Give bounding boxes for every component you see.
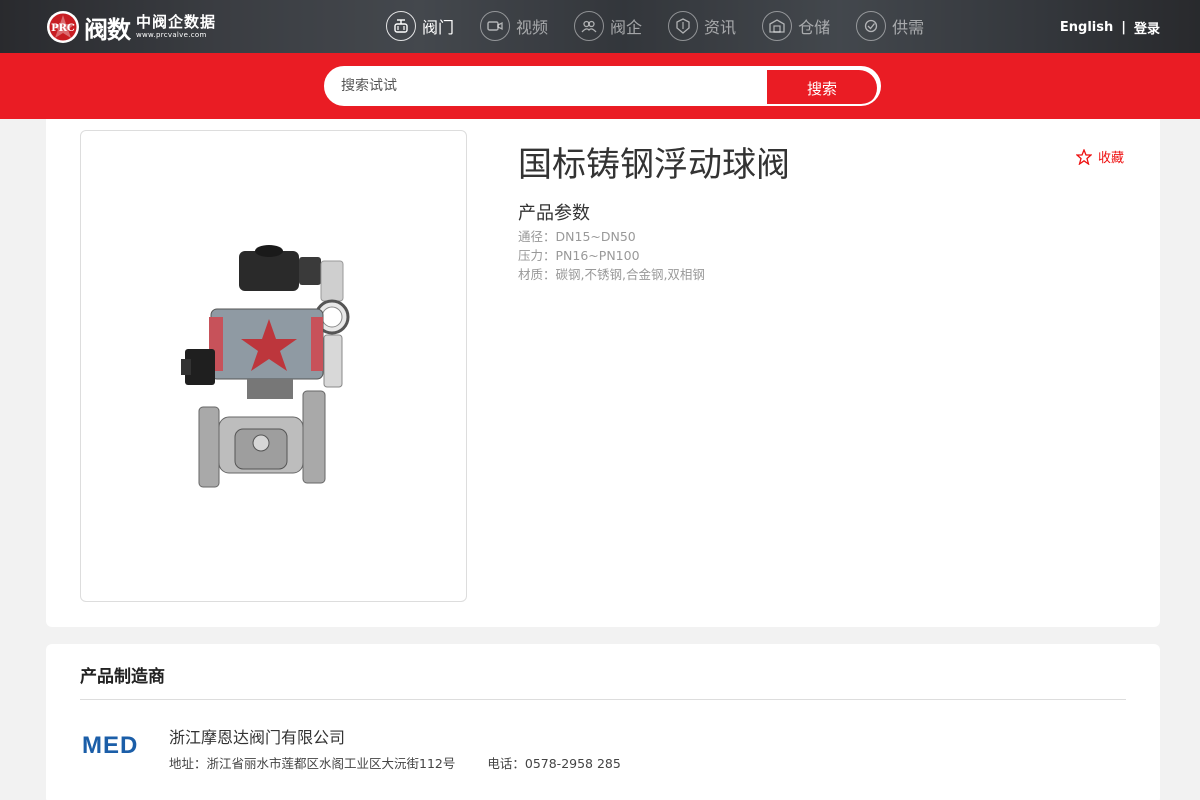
- divider: [80, 699, 1126, 700]
- news-icon: [668, 11, 699, 41]
- link-separator: |: [1121, 20, 1126, 35]
- param-row-size: 通径：DN15~DN50: [518, 227, 705, 246]
- nav-label: 供需: [892, 18, 925, 37]
- main-nav: 阀门 视频 阀企 资讯 仓储 供需: [386, 10, 950, 42]
- site-logo[interactable]: PRC 阀数 中阀企数据 www.prcvalve.com: [46, 9, 216, 45]
- param-row-pressure: 压力：PN16~PN100: [518, 246, 705, 265]
- warehouse-icon: [762, 11, 793, 41]
- nav-label: 仓储: [798, 18, 831, 37]
- nav-label: 资讯: [704, 18, 737, 37]
- company-icon: [574, 11, 605, 41]
- param-label: 压力：: [518, 248, 556, 263]
- product-image-frame[interactable]: [80, 130, 467, 602]
- star-icon: [1075, 148, 1092, 165]
- product-title: 国标铸钢浮动球阀: [518, 145, 790, 185]
- params-list: 通径：DN15~DN50 压力：PN16~PN100 材质：碳钢,不锈钢,合金钢…: [518, 227, 705, 284]
- logo-sub-cn: 中阀企数据: [136, 13, 217, 31]
- search-input[interactable]: [326, 68, 767, 104]
- logo-subtext: 中阀企数据 www.prcvalve.com: [136, 15, 216, 39]
- search-box: 搜索: [324, 66, 881, 106]
- product-image: [181, 245, 350, 488]
- manufacturer-phone: 电话：0578-2958 285: [487, 756, 621, 771]
- prc-emblem-icon: PRC: [47, 11, 79, 43]
- nav-label: 阀门: [422, 18, 455, 37]
- manufacturer-info: 地址：浙江省丽水市莲都区水阁工业区大沅街112号 电话：0578-2958 28…: [169, 753, 621, 772]
- svg-text:PRC: PRC: [51, 23, 75, 34]
- login-link[interactable]: 登录: [1134, 18, 1160, 37]
- top-navigation-bar: PRC 阀数 中阀企数据 www.prcvalve.com 阀门 视频 阀企 资…: [0, 0, 1200, 53]
- param-value: DN15~DN50: [555, 229, 636, 244]
- manufacturer-logo[interactable]: MED: [82, 732, 138, 760]
- manufacturer-name[interactable]: 浙江摩恩达阀门有限公司: [169, 724, 345, 748]
- manufacturer-heading: 产品制造商: [80, 667, 165, 687]
- product-card: 国标铸钢浮动球阀 收藏 产品参数 通径：DN15~DN50 压力：PN16~PN…: [46, 119, 1160, 627]
- param-row-material: 材质：碳钢,不锈钢,合金钢,双相钢: [518, 265, 705, 284]
- nav-item-company[interactable]: 阀企: [574, 10, 642, 42]
- param-label: 材质：: [518, 267, 556, 282]
- param-value: 碳钢,不锈钢,合金钢,双相钢: [555, 267, 705, 282]
- logo-sub-url: www.prcvalve.com: [136, 31, 207, 39]
- nav-item-warehouse[interactable]: 仓储: [762, 10, 830, 42]
- nav-item-valve[interactable]: 阀门: [386, 10, 454, 42]
- english-link[interactable]: English: [1060, 20, 1113, 35]
- nav-item-supply-demand[interactable]: 供需: [856, 10, 924, 42]
- nav-item-video[interactable]: 视频: [480, 10, 548, 42]
- favorite-button[interactable]: 收藏: [1075, 147, 1124, 166]
- video-icon: [480, 11, 511, 41]
- supply-demand-icon: [856, 11, 887, 41]
- search-band: 搜索: [0, 53, 1200, 119]
- param-label: 通径：: [518, 229, 556, 244]
- manufacturer-card: 产品制造商 MED 浙江摩恩达阀门有限公司 地址：浙江省丽水市莲都区水阁工业区大…: [46, 644, 1160, 800]
- nav-item-news[interactable]: 资讯: [668, 10, 736, 42]
- nav-label: 阀企: [610, 18, 643, 37]
- param-value: PN16~PN100: [555, 248, 640, 263]
- logo-main-text: 阀数: [84, 14, 131, 44]
- favorite-label: 收藏: [1097, 151, 1124, 166]
- params-heading: 产品参数: [518, 203, 590, 224]
- manufacturer-address: 地址：浙江省丽水市莲都区水阁工业区大沅街112号: [169, 756, 456, 771]
- search-button[interactable]: 搜索: [767, 70, 877, 104]
- top-right-links: English | 登录: [1060, 18, 1160, 37]
- valve-icon: [386, 11, 416, 41]
- nav-label: 视频: [516, 18, 549, 37]
